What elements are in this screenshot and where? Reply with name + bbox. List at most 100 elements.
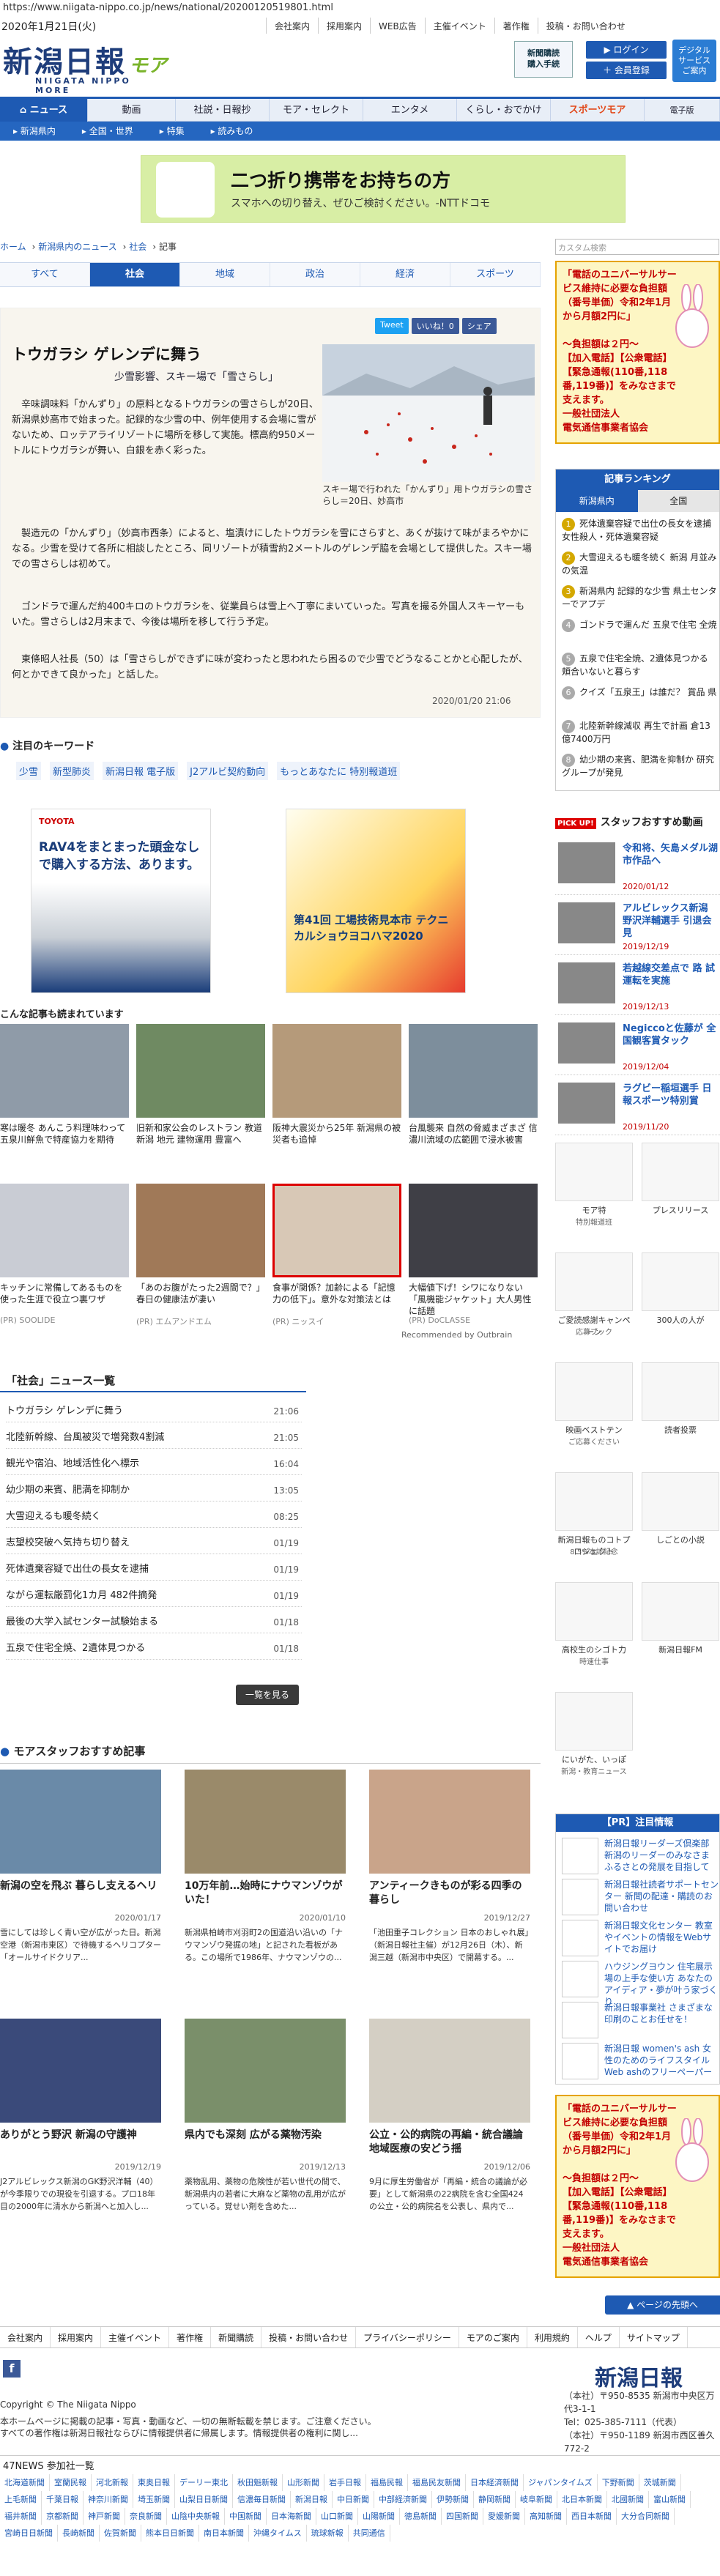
pr-item-text[interactable]: 新潟日報文化センター 教室やイベントの情報をWebサイトでお届け <box>604 1920 719 1955</box>
banner-image[interactable] <box>555 1582 633 1641</box>
news-item-title[interactable]: 志望校突破へ気持ち切り替え <box>6 1537 130 1548</box>
partner-paper-link[interactable]: 静岡新聞 <box>474 2491 516 2508</box>
banner-caption[interactable]: 新潟日報FM <box>642 1644 719 1655</box>
top-link[interactable]: 採用案内 <box>318 18 370 34</box>
banner-image[interactable] <box>555 1362 633 1421</box>
ranking-item[interactable]: 7 北陸新幹線減収 再生で計画 倉13億7400万円 <box>562 720 719 745</box>
banner-caption[interactable]: 映画ベストテン <box>555 1424 633 1436</box>
ranking-title-text[interactable]: クイズ「五泉王」は誰だ？ 賞品 県 <box>579 687 716 697</box>
staff-thumbnail[interactable] <box>0 2019 161 2123</box>
banner-image[interactable] <box>642 1362 719 1421</box>
gnav-digital[interactable]: 電子版 <box>645 99 720 122</box>
banner-image[interactable] <box>555 1692 633 1751</box>
more-news-button[interactable]: 一覧を見る <box>236 1685 299 1705</box>
partner-paper-link[interactable]: 千葉日報 <box>42 2491 83 2508</box>
ranking-title-text[interactable]: 大雪迎えるも暖冬続く 新潟 月並みの気温 <box>562 552 716 576</box>
tab-politics[interactable]: 政治 <box>270 263 360 286</box>
pick-item[interactable]: アルビレックス新潟 野沢洋輔選手 引退会見 2019/12/19 <box>555 898 720 955</box>
keyword-link[interactable]: 少雪 <box>16 762 42 780</box>
banner-image[interactable] <box>642 1252 719 1311</box>
ad-universal-service-2[interactable]: 「電話のユニバーサルサービス維持に必要な負担額（番号単価）令和2年1月から月額2… <box>555 2095 720 2278</box>
ranking-tab-local[interactable]: 新潟県内 <box>556 490 638 512</box>
keyword-link[interactable]: 新潟日報 電子版 <box>103 762 179 780</box>
subnav-item[interactable]: ▸ 特集 <box>146 122 198 141</box>
news-list-item[interactable]: 死体遺棄容疑で出仕の長女を逮捕 01/19 <box>6 1559 302 1581</box>
banner-caption[interactable]: 高校生のシゴト力 <box>555 1644 633 1655</box>
partner-paper-link[interactable]: 埼玉新聞 <box>133 2491 175 2508</box>
partner-paper-link[interactable]: 河北新報 <box>92 2474 133 2491</box>
footer-link[interactable]: 主催イベント <box>101 2327 170 2347</box>
partner-paper-link[interactable]: 日本経済新聞 <box>466 2474 524 2491</box>
gnav-moa-select[interactable]: モア・セレクト <box>270 99 363 122</box>
partner-paper-link[interactable]: 熊本日日新聞 <box>141 2525 199 2542</box>
ranking-item[interactable]: 4 ゴンドラで運んだ 五泉で住宅 全焼 <box>562 619 719 632</box>
partner-paper-link[interactable]: 山口新聞 <box>316 2508 358 2525</box>
gnav-editorial[interactable]: 社説・日報抄 <box>176 99 270 122</box>
partner-paper-link[interactable]: 長崎新聞 <box>58 2525 100 2542</box>
news-item-title[interactable]: 大雪迎えるも暖冬続く <box>6 1511 101 1522</box>
partner-paper-link[interactable]: 茨城新聞 <box>639 2474 681 2491</box>
tab-region[interactable]: 地域 <box>180 263 270 286</box>
ranking-title-text[interactable]: 五泉で住宅全焼、2遺体見つかる 頬合いないと暮らす <box>562 653 708 677</box>
tab-sports[interactable]: スポーツ <box>450 263 541 286</box>
recommend-thumbnail[interactable] <box>136 1184 265 1277</box>
partner-paper-link[interactable]: 琉球新報 <box>307 2525 349 2542</box>
footer-link[interactable]: 投稿・お問い合わせ <box>261 2327 357 2347</box>
facebook-icon[interactable]: f <box>3 2360 21 2378</box>
recommend-caption[interactable]: 食事が関係？加齢による「記憶力の低下」。意外な対策法とは <box>272 1282 401 1305</box>
recommend-caption[interactable]: 「あのお腹がたった2週間で？」春日の健康法が凄い <box>136 1282 265 1305</box>
breadcrumb-item[interactable]: ホーム <box>0 242 26 252</box>
pick-title-text[interactable]: アルビレックス新潟 野沢洋輔選手 引退会見 <box>623 902 718 940</box>
ranking-title-text[interactable]: 死体遺棄容疑で出仕の長女を逮捕 女性殺人・死体遺棄容疑 <box>562 519 711 542</box>
partner-paper-link[interactable]: 神戸新聞 <box>83 2508 125 2525</box>
banner-image[interactable] <box>642 1582 719 1641</box>
banner-image[interactable] <box>555 1472 633 1531</box>
partner-paper-link[interactable]: 東奥日報 <box>133 2474 175 2491</box>
ranking-tab-national[interactable]: 全国 <box>637 490 719 512</box>
staff-thumbnail[interactable] <box>0 1770 161 1874</box>
partner-paper-link[interactable]: 宮崎日日新聞 <box>0 2525 58 2542</box>
recommend-thumbnail[interactable] <box>136 1024 265 1118</box>
news-item-title[interactable]: 最後の大学入試センター試験始まる <box>6 1617 158 1627</box>
search-input[interactable]: カスタム検索 <box>555 239 719 255</box>
partner-paper-link[interactable]: 福島民報 <box>366 2474 408 2491</box>
partner-paper-link[interactable]: 山形新聞 <box>283 2474 324 2491</box>
ranking-item[interactable]: 2 大雪迎えるも暖冬続く 新潟 月並みの気温 <box>562 552 719 576</box>
ranking-item[interactable]: 8 幼少期の来賓、肥満を抑制か 研究グループが発見 <box>562 754 719 779</box>
partner-paper-link[interactable]: 信濃毎日新聞 <box>233 2491 291 2508</box>
gnav-video[interactable]: 動画 <box>88 99 176 122</box>
recommend-caption[interactable]: 旧新和家公会のレストラン 教道 新潟 地元 建物運用 豊富へ <box>136 1122 265 1146</box>
ranking-item[interactable]: 1 死体遺棄容疑で出仕の長女を逮捕 女性殺人・死体遺棄容疑 <box>562 518 719 543</box>
partner-paper-link[interactable]: 岐阜新聞 <box>516 2491 557 2508</box>
recommend-thumbnail[interactable] <box>409 1024 538 1118</box>
partner-paper-link[interactable]: 山梨日日新聞 <box>175 2491 233 2508</box>
news-list-item[interactable]: 大雪迎えるも暖冬続く 08:25 <box>6 1506 302 1528</box>
footer-link[interactable]: 会社案内 <box>0 2327 51 2347</box>
news-list-item[interactable]: 志望校突破へ気持ち切り替え 01/19 <box>6 1532 302 1554</box>
share-button[interactable]: シェア <box>461 318 497 334</box>
ad-toyota[interactable]: TOYOTA RAV4をまとまった頭金なしで購入する方法、あります。 <box>31 809 211 993</box>
news-list-item[interactable]: 最後の大学入試センター試験始まる 01/18 <box>6 1611 302 1633</box>
partner-paper-link[interactable]: 山陰中央新報 <box>167 2508 225 2525</box>
news47-title[interactable]: 47NEWS 参加社一覧 <box>0 2455 720 2472</box>
news-item-title[interactable]: トウガラシ ゲレンデに舞う <box>6 1406 123 1417</box>
footer-link[interactable]: サイトマップ <box>620 2327 688 2347</box>
login-button[interactable]: ▶ ログイン <box>586 41 667 59</box>
site-logo[interactable]: 新潟日報 モア NIIGATA NIPPO MORE <box>3 38 167 95</box>
pick-title-text[interactable]: ラグビー稲垣選手 日報スポーツ特別賞 <box>623 1083 718 1107</box>
pr-item-text[interactable]: 新潟日報社読者サポートセンター 新聞の配達・購読のお問い合わせ <box>604 1879 719 1914</box>
partner-paper-link[interactable]: 奈良新聞 <box>125 2508 167 2525</box>
news-list-item[interactable]: 幼少期の来賓、肥満を抑制か 13:05 <box>6 1480 302 1502</box>
partner-paper-link[interactable]: 中国新聞 <box>225 2508 267 2525</box>
footer-logo[interactable]: 新潟日報 <box>595 2360 683 2392</box>
partner-paper-link[interactable]: 上毛新聞 <box>0 2491 42 2508</box>
banner-image[interactable] <box>642 1472 719 1531</box>
ad-banner[interactable]: 二つ折り携帯をお持ちの方 スマホへの切り替え、ぜひご検討ください。-NTTドコモ <box>141 155 626 223</box>
ranking-item[interactable]: 5 五泉で住宅全焼、2遺体見つかる 頬合いないと暮らす <box>562 653 719 678</box>
gnav-entertainment[interactable]: エンタメ <box>363 99 457 122</box>
gnav-news[interactable]: ⌂ ニュース <box>0 99 88 122</box>
staff-article-title[interactable]: 新潟の空を飛ぶ 暮らし支えるヘリ <box>0 1879 161 1893</box>
partner-paper-link[interactable]: 愛媛新聞 <box>483 2508 525 2525</box>
subscription-button[interactable]: 新聞購読 購入手続 <box>514 41 573 78</box>
pr-item-text[interactable]: 新潟日報リーダーズ倶楽部 新潟のリーダーのみなさま ふるさとの発展を目指して <box>604 1838 719 1873</box>
